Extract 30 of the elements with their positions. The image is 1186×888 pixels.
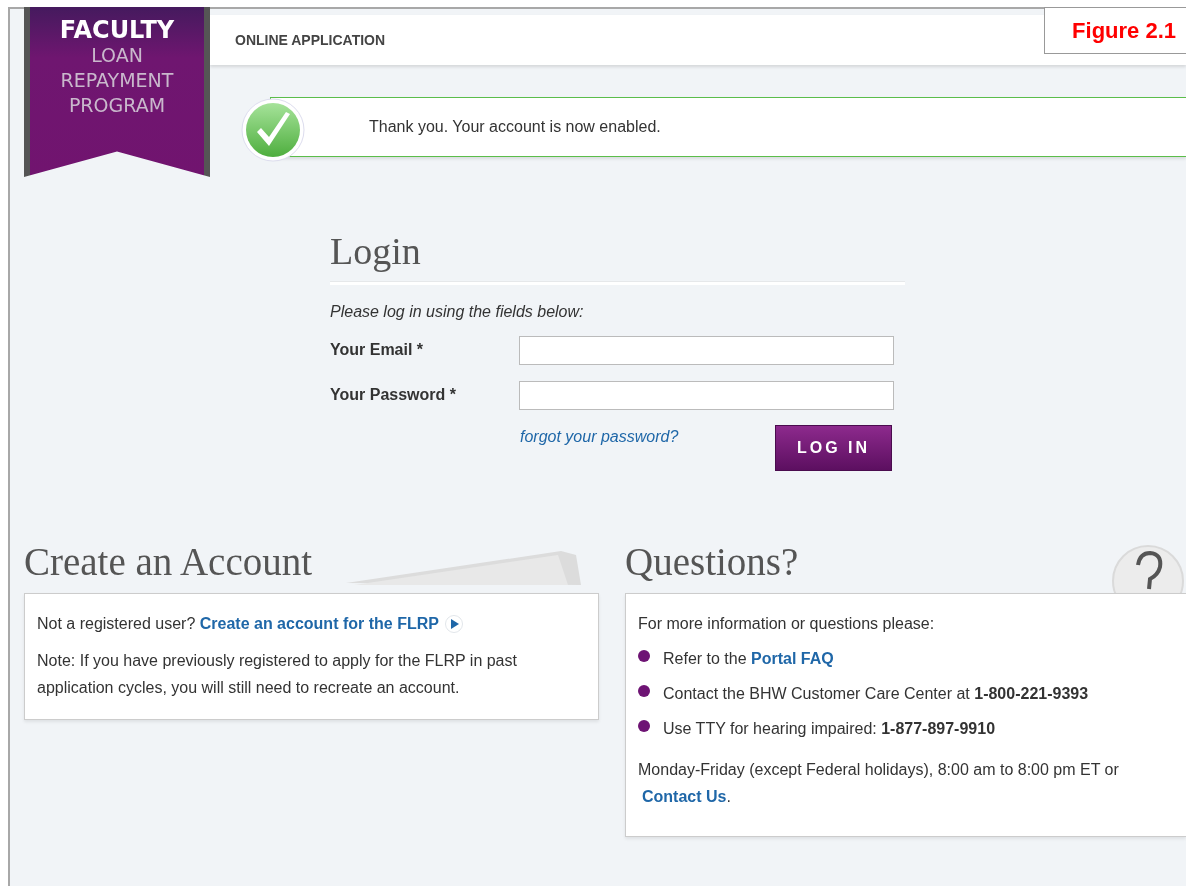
- logo-text: REPAYMENT: [59, 68, 175, 93]
- logo-text: LOAN: [90, 43, 144, 68]
- section-heading: Questions?: [625, 539, 799, 585]
- bullet-icon: [638, 650, 650, 662]
- forgot-password-link[interactable]: forgot your password?: [520, 428, 775, 446]
- login-instruction: Please log in using the fields below:: [330, 303, 585, 321]
- contact-option: Use TTY for hearing impaired: 1-877-897-9910: [663, 715, 996, 742]
- success-message: Thank you. Your account is now enabled.: [369, 118, 661, 136]
- faq-link[interactable]: Portal FAQ: [751, 650, 834, 667]
- support-hours: Monday-Friday (except Federal holidays), 8:00 am to 8:00 pm ET or Contact Us.: [638, 760, 1120, 807]
- login-button[interactable]: LOG IN: [775, 425, 892, 471]
- registration-prompt: Not a registered user? Create an account for the FLRP: [37, 614, 439, 634]
- contact-option: Refer to the Portal FAQ: [663, 645, 834, 672]
- login-heading: Login: [330, 229, 422, 274]
- questions-intro: For more information or questions please:: [638, 614, 936, 634]
- header-title: ONLINE APPLICATION: [235, 32, 386, 48]
- contact-us-link[interactable]: Contact Us: [642, 788, 727, 805]
- logo-text: FACULTY: [58, 17, 176, 43]
- bullet-icon: [638, 685, 650, 697]
- bullet-icon: [638, 720, 650, 732]
- section-heading: Create an Account: [24, 539, 313, 585]
- logo-text: PROGRAM: [67, 93, 167, 118]
- create-account-link[interactable]: Create an account for the FLRP: [199, 615, 439, 632]
- account-note: Note: If you have previously registered to apply for the FLRP in past application cycles, you will still need to recreate an account.: [37, 651, 518, 698]
- password-field[interactable]: [519, 380, 894, 410]
- field-label: Your Password *: [330, 386, 457, 404]
- contact-option: Contact the BHW Customer Care Center at 1-800-221-9393: [663, 680, 1089, 707]
- email-field[interactable]: [519, 335, 894, 365]
- figure-label: Figure 2.1: [1044, 7, 1186, 54]
- field-label: Your Email *: [330, 341, 425, 359]
